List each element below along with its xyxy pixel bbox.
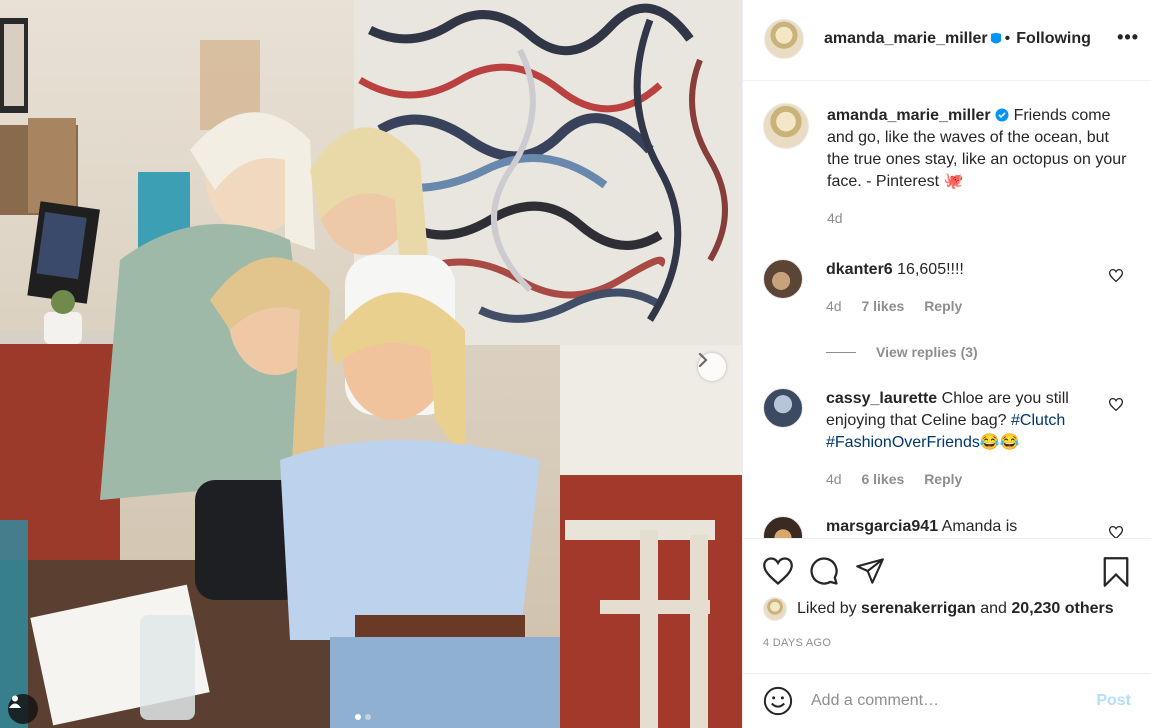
- laughing-emoji: 😂😂: [979, 434, 1020, 452]
- header-separator: •: [1004, 30, 1011, 48]
- post-modal: amanda_marie_miller • Following ••• aman…: [0, 0, 1151, 728]
- comment-likes[interactable]: 7 likes: [861, 298, 904, 314]
- comment-username[interactable]: marsgarcia941: [826, 518, 938, 535]
- post-comment-button[interactable]: Post: [1096, 692, 1131, 710]
- comment-text: 16,605!!!!: [897, 261, 964, 279]
- comment-age: 4d: [826, 298, 842, 315]
- like-button[interactable]: [763, 557, 793, 586]
- caption-username[interactable]: amanda_marie_miller: [827, 107, 991, 124]
- photo-illustration: [0, 0, 742, 728]
- comment-like-heart-icon[interactable]: [1109, 398, 1123, 412]
- save-button[interactable]: [1103, 557, 1129, 592]
- more-options-icon[interactable]: •••: [1117, 28, 1139, 46]
- comment-meta: 4d 6 likes Reply: [826, 468, 1106, 490]
- bookmark-icon: [1103, 557, 1129, 588]
- verified-badge-icon: [995, 108, 1009, 122]
- comment-item: cassy_laurette Chloe are you still enjoy…: [763, 388, 1131, 490]
- post-caption: amanda_marie_miller Friends come and go,…: [763, 103, 1131, 229]
- comment-composer: Post: [743, 672, 1151, 728]
- carousel-dot: [365, 714, 371, 720]
- carousel-dot: [355, 714, 361, 720]
- comment-item: marsgarcia941 Amanda is: [763, 516, 1131, 539]
- comment-username[interactable]: dkanter6: [826, 261, 893, 278]
- comment-avatar[interactable]: [763, 259, 803, 300]
- comment-item: dkanter6 16,605!!!! 4d 7 likes Reply: [763, 259, 1131, 317]
- following-button[interactable]: Following: [1016, 30, 1091, 48]
- post-actions: Liked by serenakerrigan and 20,230 other…: [743, 538, 1151, 672]
- comment-avatar[interactable]: [763, 388, 803, 429]
- next-photo-button[interactable]: [698, 353, 726, 381]
- action-icons: [763, 539, 1131, 603]
- view-replies-label: View replies (3): [876, 344, 978, 361]
- liker-avatar[interactable]: [763, 597, 787, 622]
- view-replies-button[interactable]: View replies (3): [826, 344, 1131, 360]
- caption-age: 4d: [827, 210, 843, 227]
- liked-by-user[interactable]: serenakerrigan: [861, 600, 976, 618]
- post-header: amanda_marie_miller • Following •••: [743, 0, 1151, 82]
- heart-icon: [763, 557, 793, 586]
- caption-body: amanda_marie_miller Friends come and go,…: [827, 105, 1127, 229]
- hashtag-link[interactable]: #Clutch: [1011, 412, 1065, 429]
- comment-reply-button[interactable]: Reply: [924, 298, 962, 314]
- caption-avatar[interactable]: [763, 103, 809, 150]
- smiley-icon[interactable]: [763, 686, 793, 716]
- comment-input[interactable]: [811, 691, 1097, 710]
- comment-reply-button[interactable]: Reply: [924, 471, 962, 487]
- comment-username[interactable]: cassy_laurette: [826, 390, 937, 407]
- comment-text: Amanda is: [941, 518, 1018, 536]
- post-side-panel: amanda_marie_miller • Following ••• aman…: [742, 0, 1151, 728]
- comment-like-heart-icon[interactable]: [1109, 269, 1123, 283]
- comment-body: marsgarcia941 Amanda is: [826, 516, 1106, 538]
- comment-meta: 4d 7 likes Reply: [826, 295, 1106, 317]
- comment-avatar[interactable]: [763, 516, 803, 539]
- comment-body: cassy_laurette Chloe are you still enjoy…: [826, 388, 1106, 490]
- comments-list[interactable]: amanda_marie_miller Friends come and go,…: [743, 81, 1151, 539]
- carousel-indicator: [355, 714, 371, 720]
- liked-by-and: and: [980, 600, 1007, 618]
- liked-by-prefix: Liked by: [797, 600, 857, 618]
- post-age: 4 DAYS AGO: [763, 637, 832, 650]
- liked-by-row: Liked by serenakerrigan and 20,230 other…: [763, 597, 1131, 622]
- comment-button[interactable]: [809, 556, 839, 586]
- verified-badge-icon: [990, 33, 1001, 44]
- comment-body: dkanter6 16,605!!!! 4d 7 likes Reply: [826, 259, 1106, 317]
- paper-plane-icon: [856, 558, 884, 584]
- comment-bubble-icon: [810, 557, 838, 585]
- comment-age: 4d: [826, 471, 842, 488]
- comment-like-heart-icon[interactable]: [1109, 526, 1123, 539]
- share-button[interactable]: [855, 557, 885, 585]
- author-username[interactable]: amanda_marie_miller: [824, 30, 988, 48]
- replies-divider: [826, 351, 856, 353]
- octopus-emoji: 🐙: [943, 173, 964, 191]
- likes-count-link[interactable]: 20,230 others: [1011, 600, 1113, 618]
- user-tags-button[interactable]: [8, 694, 38, 724]
- hashtag-link[interactable]: #FashionOverFriends: [826, 434, 980, 451]
- chevron-right-icon: [698, 353, 708, 367]
- post-photo[interactable]: [0, 0, 742, 728]
- author-avatar[interactable]: [764, 19, 804, 60]
- comment-likes[interactable]: 6 likes: [861, 471, 904, 487]
- user-tag-icon: [9, 695, 21, 708]
